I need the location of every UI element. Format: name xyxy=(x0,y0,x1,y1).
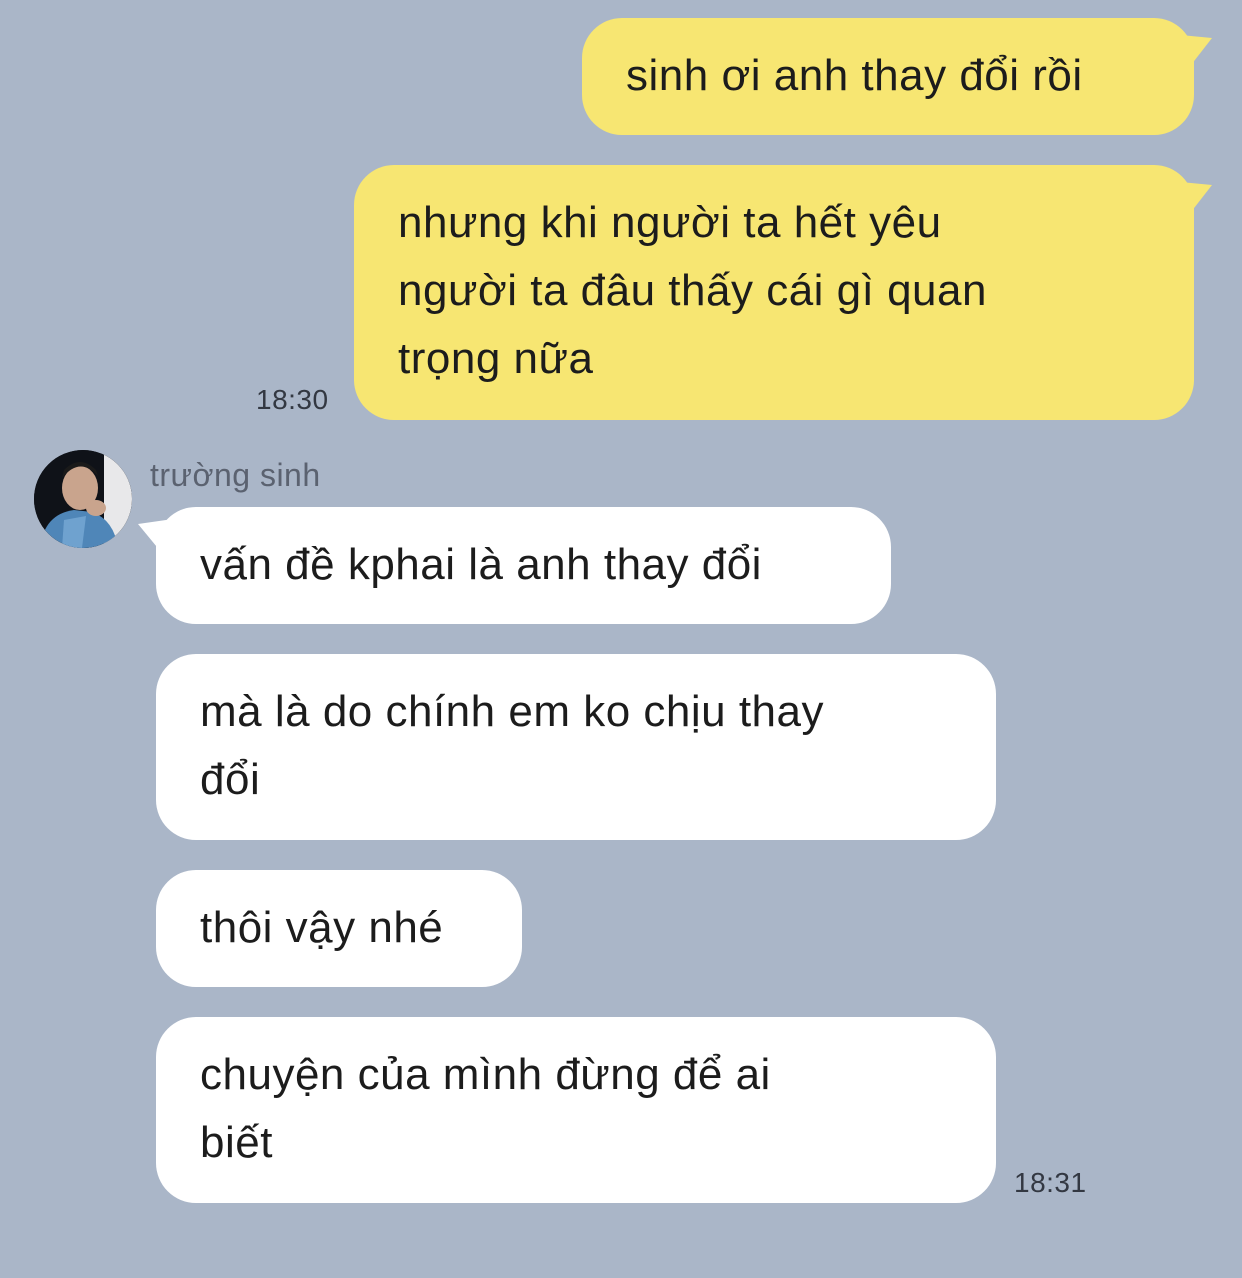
message-timestamp: 18:31 xyxy=(1014,1167,1087,1198)
message-text-line: đổi xyxy=(200,755,261,804)
avatar-photo xyxy=(34,450,132,548)
contact-name: trường sinh xyxy=(150,457,321,493)
outgoing-bubble-tail xyxy=(1170,34,1212,74)
message-text-line: người ta đâu thấy cái gì quan xyxy=(398,266,987,315)
message-text: thôi vậy nhé xyxy=(200,903,444,952)
incoming-message[interactable]: vấn đề kphai là anh thay đổi xyxy=(156,507,891,624)
incoming-message[interactable]: mà là do chính em ko chịu thay đổi xyxy=(156,654,996,840)
contact-avatar[interactable] xyxy=(34,450,132,548)
message-text-line: mà là do chính em ko chịu thay xyxy=(200,687,824,736)
outgoing-bubble-tail xyxy=(1170,181,1212,221)
message-text: vấn đề kphai là anh thay đổi xyxy=(200,540,762,589)
message-text-line: nhưng khi người ta hết yêu xyxy=(398,198,942,247)
outgoing-message[interactable]: sinh ơi anh thay đổi rồi xyxy=(582,18,1194,135)
message-text: sinh ơi anh thay đổi rồi xyxy=(626,51,1083,100)
message-text-line: biết xyxy=(200,1118,273,1167)
message-text-line: chuyện của mình đừng để ai xyxy=(200,1050,771,1099)
message-text-line: trọng nữa xyxy=(398,334,594,383)
incoming-message[interactable]: chuyện của mình đừng để ai biết xyxy=(156,1017,996,1203)
incoming-message[interactable]: thôi vậy nhé xyxy=(156,870,522,987)
message-timestamp: 18:30 xyxy=(256,384,329,415)
outgoing-message[interactable]: nhưng khi người ta hết yêu người ta đâu … xyxy=(354,165,1194,420)
